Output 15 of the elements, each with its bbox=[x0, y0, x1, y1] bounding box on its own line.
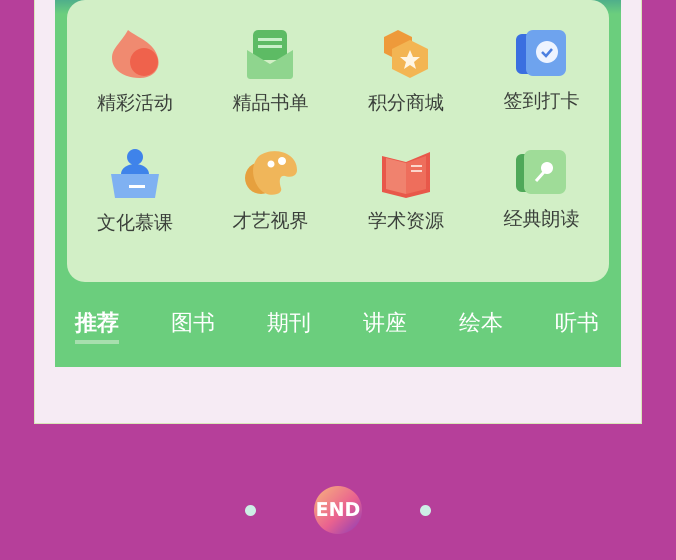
shortcut-label[interactable]: 精品书单 bbox=[232, 90, 308, 116]
check-badge-icon bbox=[514, 28, 568, 78]
envelope-icon bbox=[245, 28, 296, 80]
shortcut-label[interactable]: 学术资源 bbox=[368, 208, 444, 234]
shortcut-label[interactable]: 签到打卡 bbox=[503, 88, 580, 114]
shortcut-label[interactable]: 经典朗读 bbox=[503, 206, 580, 232]
shortcut-label[interactable]: 才艺视界 bbox=[232, 208, 308, 234]
end-badge: END bbox=[314, 486, 362, 534]
microphone-icon bbox=[514, 148, 568, 196]
dot-icon bbox=[245, 504, 256, 516]
person-icon bbox=[108, 148, 161, 200]
shortcut-label[interactable]: 精彩活动 bbox=[96, 90, 173, 116]
shortcut-label[interactable]: 积分商城 bbox=[368, 90, 444, 116]
shortcut-label[interactable]: 文化慕课 bbox=[96, 210, 173, 236]
dot-icon bbox=[420, 504, 431, 516]
